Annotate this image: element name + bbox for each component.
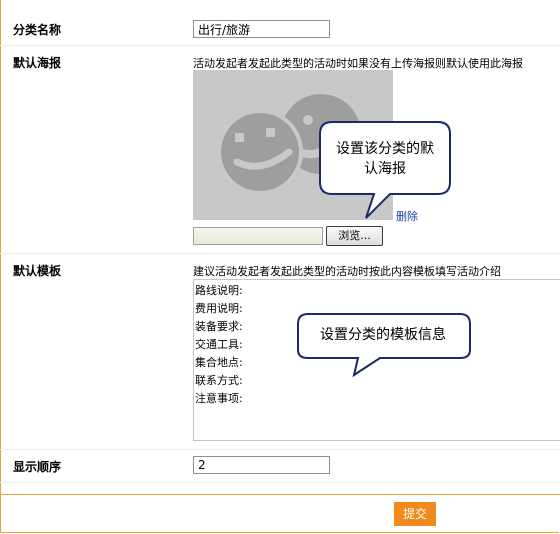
template-textarea[interactable]: 路线说明: 费用说明: 装备要求: 交通工具: 集合地点: 联系方式: 注意事项… bbox=[193, 279, 560, 441]
template-callout-text: 设置分类的模板信息 bbox=[320, 327, 446, 343]
category-name-label: 分类名称 bbox=[13, 23, 62, 37]
default-template-label: 默认模板 bbox=[13, 264, 62, 278]
row-divider bbox=[0, 482, 560, 483]
footer-divider bbox=[0, 494, 560, 495]
poster-callout-line2: 认海报 bbox=[364, 161, 406, 177]
poster-file-path[interactable] bbox=[193, 227, 323, 245]
submit-button[interactable]: 提交 bbox=[394, 502, 436, 526]
template-line: 集合地点: bbox=[195, 356, 243, 369]
row-divider bbox=[0, 253, 560, 254]
default-poster-hint: 活动发起者发起此类型的活动时如果没有上传海报则默认使用此海报 bbox=[193, 57, 523, 70]
poster-callout-line1: 设置该分类的默 bbox=[336, 141, 434, 157]
browse-button[interactable]: 浏览... bbox=[326, 226, 383, 246]
category-name-input[interactable] bbox=[193, 20, 330, 38]
template-line: 路线说明: bbox=[195, 284, 243, 297]
delete-poster-link[interactable]: 删除 bbox=[396, 208, 418, 224]
display-order-label: 显示顺序 bbox=[13, 460, 62, 474]
row-divider bbox=[0, 45, 560, 46]
template-line: 注意事项: bbox=[195, 392, 243, 405]
display-order-input[interactable] bbox=[193, 456, 330, 474]
poster-callout-text: 设置该分类的默 认海报 bbox=[322, 139, 448, 179]
default-poster-label: 默认海报 bbox=[13, 56, 62, 70]
row-divider bbox=[0, 449, 560, 450]
default-template-hint: 建议活动发起者发起此类型的活动时按此内容模板填写活动介绍 bbox=[193, 265, 501, 278]
template-line: 费用说明: bbox=[195, 302, 243, 315]
template-line: 联系方式: bbox=[195, 374, 243, 387]
